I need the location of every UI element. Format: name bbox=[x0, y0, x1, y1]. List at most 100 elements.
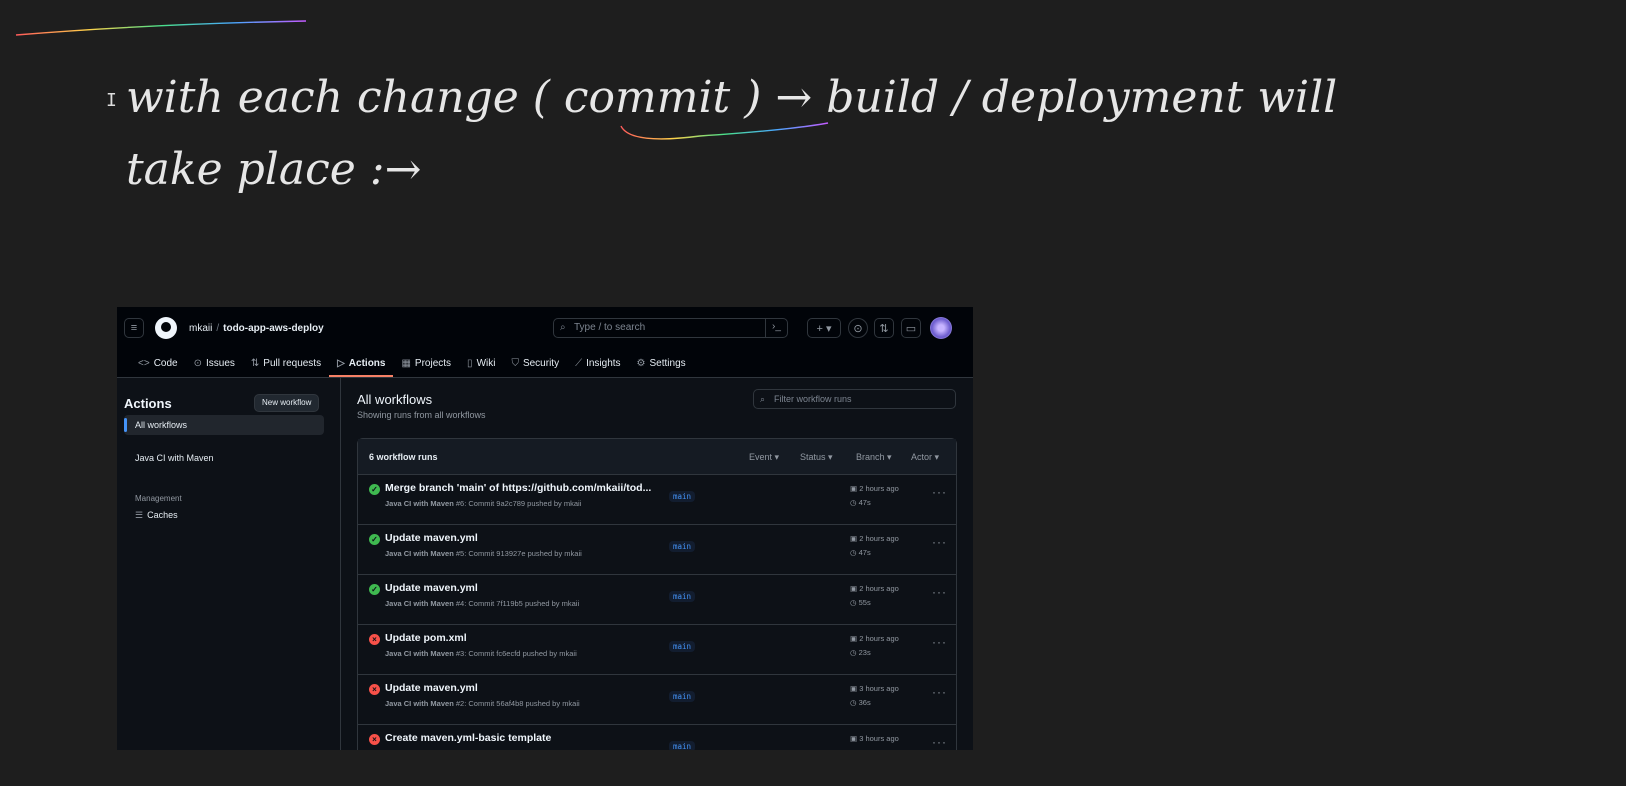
actor-filter[interactable]: Actor ▾ bbox=[911, 452, 939, 463]
tab-security[interactable]: ⛉ Security bbox=[503, 350, 567, 376]
tab-actions[interactable]: ▷ Actions bbox=[329, 350, 394, 377]
run-duration-text: 23s bbox=[858, 648, 871, 657]
kebab-menu-icon[interactable]: ··· bbox=[932, 685, 947, 699]
owner-link[interactable]: mkaii bbox=[189, 323, 212, 334]
inbox-icon[interactable]: ▭ bbox=[901, 318, 921, 338]
workflow-run-row[interactable]: ✓ Update maven.yml Java CI with Maven #4: … bbox=[358, 575, 956, 625]
run-meta: Java CI with Maven #3: Commit fc6ecfd pu… bbox=[385, 649, 577, 658]
runs-count: 6 workflow runs bbox=[369, 452, 438, 462]
issues-icon[interactable]: ⊙ bbox=[848, 318, 868, 338]
run-title[interactable]: Create maven.yml-basic template bbox=[385, 732, 551, 744]
run-title[interactable]: Merge branch 'main' of https://github.co… bbox=[385, 482, 651, 494]
repo-nav: <> Code ⊙ Issues ⇅ Pull requests ▷ Actions ▦ Proj… bbox=[130, 350, 694, 377]
sidebar-item-java-ci[interactable]: Java CI with Maven bbox=[124, 448, 324, 468]
tab-projects[interactable]: ▦ Projects bbox=[393, 350, 459, 376]
gear-icon: ⚙ bbox=[636, 357, 646, 369]
hamburger-menu-icon[interactable]: ≡ bbox=[124, 318, 144, 338]
new-workflow-button[interactable]: New workflow bbox=[254, 394, 320, 412]
sidebar-item-caches[interactable]: ☰ Caches bbox=[135, 510, 178, 521]
run-duration: ◷ 47s bbox=[850, 548, 871, 557]
workflow-run-row[interactable]: × Update maven.yml Java CI with Maven #2: … bbox=[358, 675, 956, 725]
tab-label: Insights bbox=[586, 357, 621, 369]
run-time-text: 2 hours ago bbox=[859, 534, 899, 543]
search-icon: ⌕ bbox=[560, 322, 566, 333]
branch-badge[interactable]: main bbox=[669, 541, 696, 552]
stopwatch-icon: ◷ bbox=[850, 698, 857, 707]
branch-badge[interactable]: main bbox=[669, 591, 696, 602]
tab-settings[interactable]: ⚙ Settings bbox=[629, 350, 694, 376]
run-duration: ◷ 47s bbox=[850, 498, 871, 507]
avatar[interactable] bbox=[930, 317, 952, 339]
event-filter[interactable]: Event ▾ bbox=[749, 452, 779, 463]
search-input[interactable]: ⌕ Type / to search ›_ bbox=[553, 318, 788, 338]
run-time-text: 2 hours ago bbox=[859, 584, 899, 593]
branch-filter[interactable]: Branch ▾ bbox=[856, 452, 892, 463]
issue-icon: ⊙ bbox=[193, 357, 202, 369]
run-title[interactable]: Update maven.yml bbox=[385, 532, 478, 544]
workflow-run-row[interactable]: ✓ Merge branch 'main' of https://github.c… bbox=[358, 475, 956, 525]
tab-label: Code bbox=[153, 357, 178, 369]
run-duration-text: 55s bbox=[858, 598, 871, 607]
run-title[interactable]: Update pom.xml bbox=[385, 632, 467, 644]
run-time: ▣ 3 hours ago bbox=[850, 684, 899, 693]
repo-link[interactable]: todo-app-aws-deploy bbox=[223, 323, 324, 334]
run-time-text: 3 hours ago bbox=[859, 684, 899, 693]
branch-badge[interactable]: main bbox=[669, 741, 696, 750]
calendar-icon: ▣ bbox=[850, 584, 858, 593]
run-duration-text: 36s bbox=[858, 698, 871, 707]
pull-request-icon: ⇅ bbox=[250, 357, 260, 369]
run-title[interactable]: Update maven.yml bbox=[385, 682, 478, 694]
event-filter-label: Event bbox=[749, 452, 773, 462]
tab-pull-requests[interactable]: ⇅ Pull requests bbox=[243, 350, 329, 376]
calendar-icon: ▣ bbox=[850, 484, 858, 493]
sidebar-item-all-workflows[interactable]: All workflows bbox=[124, 415, 324, 435]
filter-placeholder: Filter workflow runs bbox=[774, 394, 852, 404]
github-logo-icon[interactable] bbox=[155, 317, 177, 339]
run-meta: Java CI with Maven #5: Commit 913927e pu… bbox=[385, 549, 582, 558]
run-duration-text: 47s bbox=[858, 498, 871, 507]
gh-header: ≡ mkaii / todo-app-aws-deploy ⌕ Type / to … bbox=[117, 307, 973, 378]
handwriting-line-1: with each change ( commit ) → build / de… bbox=[126, 72, 1337, 123]
kebab-menu-icon[interactable]: ··· bbox=[932, 735, 947, 749]
branch-badge[interactable]: main bbox=[669, 641, 696, 652]
create-new-button[interactable]: + ▾ bbox=[807, 318, 841, 338]
tab-wiki[interactable]: ▯ Wiki bbox=[459, 350, 503, 376]
status-filter-label: Status bbox=[800, 452, 826, 462]
tab-insights[interactable]: ⟋ Insights bbox=[567, 350, 628, 376]
kebab-menu-icon[interactable]: ··· bbox=[932, 535, 947, 549]
tab-issues[interactable]: ⊙ Issues bbox=[186, 350, 243, 376]
status-filter[interactable]: Status ▾ bbox=[800, 452, 833, 463]
run-meta: Java CI with Maven #2: Commit 56af4b8 pu… bbox=[385, 699, 580, 708]
run-time: ▣ 3 hours ago bbox=[850, 734, 899, 743]
kebab-menu-icon[interactable]: ··· bbox=[932, 485, 947, 499]
branch-badge[interactable]: main bbox=[669, 691, 696, 702]
shield-icon: ⛉ bbox=[511, 357, 519, 369]
filter-workflow-runs-input[interactable]: ⌕ Filter workflow runs bbox=[753, 389, 956, 409]
workflow-runs-list: 6 workflow runs Event ▾ Status ▾ Branch … bbox=[357, 438, 957, 750]
run-time-text: 3 hours ago bbox=[859, 734, 899, 743]
sidebar: Actions New workflow All workflows Java … bbox=[117, 378, 341, 750]
workflow-run-row[interactable]: × Create maven.yml-basic template main ▣ 3… bbox=[358, 725, 956, 750]
run-meta: Java CI with Maven #6: Commit 9a2c789 pu… bbox=[385, 499, 581, 508]
run-workflow: Java CI with Maven bbox=[385, 649, 454, 658]
calendar-icon: ▣ bbox=[850, 684, 858, 693]
run-workflow: Java CI with Maven bbox=[385, 499, 454, 508]
workflow-run-row[interactable]: ✓ Update maven.yml Java CI with Maven #5: … bbox=[358, 525, 956, 575]
tab-code[interactable]: <> Code bbox=[130, 350, 186, 376]
run-commit-meta: #6: Commit 9a2c789 pushed by mkaii bbox=[455, 499, 582, 508]
tab-label: Issues bbox=[205, 357, 235, 369]
workflow-run-row[interactable]: × Update pom.xml Java CI with Maven #3: Co… bbox=[358, 625, 956, 675]
run-title[interactable]: Update maven.yml bbox=[385, 582, 478, 594]
kebab-menu-icon[interactable]: ··· bbox=[932, 585, 947, 599]
kebab-menu-icon[interactable]: ··· bbox=[932, 635, 947, 649]
tab-label: Security bbox=[522, 357, 560, 369]
branch-filter-label: Branch bbox=[856, 452, 885, 462]
tab-label: Actions bbox=[348, 357, 386, 369]
run-commit-meta: #4: Commit 7f119b5 pushed by mkaii bbox=[455, 599, 580, 608]
run-duration-text: 47s bbox=[858, 548, 871, 557]
command-palette-icon[interactable]: ›_ bbox=[765, 318, 787, 338]
branch-badge[interactable]: main bbox=[669, 491, 696, 502]
calendar-icon: ▣ bbox=[850, 734, 858, 743]
pull-requests-icon[interactable]: ⇅ bbox=[874, 318, 894, 338]
run-workflow: Java CI with Maven bbox=[385, 699, 454, 708]
